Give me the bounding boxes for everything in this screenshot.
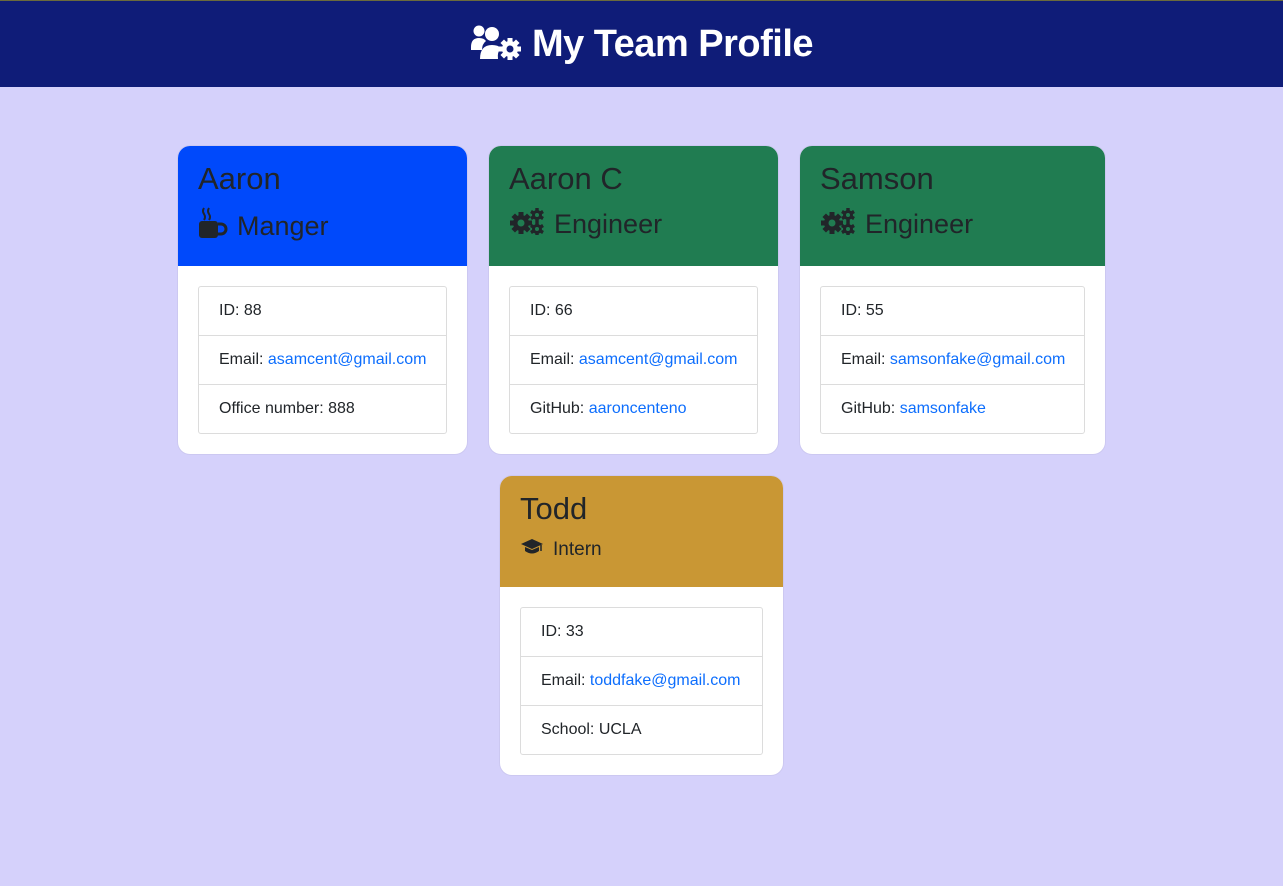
info-list: ID: 66 Email: asamcent@gmail.com GitHub:… <box>509 286 758 434</box>
page-title: My Team Profile <box>531 22 814 65</box>
card-header: Aaron Manger <box>178 146 467 266</box>
employee-name: Aaron C <box>509 161 623 196</box>
mug-hot-icon <box>198 207 228 246</box>
email-link[interactable]: asamcent@gmail.com <box>579 351 738 368</box>
id-row: ID: 33 <box>521 608 762 656</box>
email-label: Email: <box>841 351 890 368</box>
email-link[interactable]: samsonfake@gmail.com <box>890 351 1065 368</box>
email-label: Email: <box>530 351 579 368</box>
employee-role-label: Engineer <box>865 209 974 239</box>
email-label: Email: <box>541 672 590 689</box>
employee-role: Manger <box>198 207 447 246</box>
github-row: GitHub: aaroncenteno <box>510 384 757 433</box>
card-body: ID: 88 Email: asamcent@gmail.com Office … <box>178 266 467 454</box>
card-header: Samson Engineer <box>800 146 1105 266</box>
card-body: ID: 66 Email: asamcent@gmail.com GitHub:… <box>489 266 778 454</box>
office-number-row: Office number: 888 <box>199 384 446 433</box>
employee-role-label: Engineer <box>554 209 663 239</box>
github-row: GitHub: samsonfake <box>821 384 1084 433</box>
email-row: Email: samsonfake@gmail.com <box>821 335 1084 384</box>
employee-role: Intern <box>520 538 763 562</box>
employee-name: Todd <box>520 491 588 526</box>
info-list: ID: 55 Email: samsonfake@gmail.com GitHu… <box>820 286 1085 434</box>
id-value: 88 <box>243 302 262 319</box>
users-gear-icon <box>470 23 522 66</box>
email-link[interactable]: toddfake@gmail.com <box>590 672 741 689</box>
id-label: ID: <box>841 302 866 319</box>
school-label: School: <box>541 721 599 738</box>
employee-name: Aaron <box>198 161 281 196</box>
id-label: ID: <box>541 623 566 640</box>
employee-card-engineer: Samson Engineer ID: 55 Email: samsonfake… <box>800 146 1105 454</box>
github-link[interactable]: samsonfake <box>900 400 986 417</box>
card-body: ID: 33 Email: toddfake@gmail.com School:… <box>500 587 783 775</box>
navbar: My Team Profile <box>0 0 1283 87</box>
email-row: Email: toddfake@gmail.com <box>521 656 762 705</box>
email-label: Email: <box>219 351 268 368</box>
employee-name: Samson <box>820 161 934 196</box>
id-row: ID: 66 <box>510 287 757 335</box>
school-row: School: UCLA <box>521 705 762 754</box>
card-body: ID: 55 Email: samsonfake@gmail.com GitHu… <box>800 266 1105 454</box>
office-number-label: Office number: <box>219 400 329 417</box>
id-value: 55 <box>865 302 884 319</box>
info-list: ID: 88 Email: asamcent@gmail.com Office … <box>198 286 447 434</box>
id-label: ID: <box>530 302 555 319</box>
github-label: GitHub: <box>841 400 900 417</box>
employee-card-engineer: Aaron C Engineer ID: 66 Email: asamcent@… <box>489 146 778 454</box>
office-number-value: 888 <box>328 400 355 417</box>
id-row: ID: 88 <box>199 287 446 335</box>
email-row: Email: asamcent@gmail.com <box>199 335 446 384</box>
cogs-icon <box>820 207 856 242</box>
info-list: ID: 33 Email: toddfake@gmail.com School:… <box>520 607 763 755</box>
employee-role: Engineer <box>820 207 1085 242</box>
card-header: Aaron C Engineer <box>489 146 778 266</box>
brand: My Team Profile <box>470 22 814 66</box>
graduation-cap-icon <box>520 538 544 562</box>
email-row: Email: asamcent@gmail.com <box>510 335 757 384</box>
employee-card-manager: Aaron Manger ID: 88 Email: asamcent@gmai… <box>178 146 467 454</box>
cogs-icon <box>509 207 545 242</box>
employee-role: Engineer <box>509 207 758 242</box>
id-value: 66 <box>554 302 573 319</box>
card-header: Todd Intern <box>500 476 783 587</box>
school-value: UCLA <box>598 721 642 738</box>
id-value: 33 <box>565 623 584 640</box>
employee-card-intern: Todd Intern ID: 33 Email: toddfake@gmail… <box>500 476 783 775</box>
github-link[interactable]: aaroncenteno <box>589 400 687 417</box>
employee-role-label: Manger <box>237 211 329 241</box>
email-link[interactable]: asamcent@gmail.com <box>268 351 427 368</box>
id-label: ID: <box>219 302 244 319</box>
id-row: ID: 55 <box>821 287 1084 335</box>
github-label: GitHub: <box>530 400 589 417</box>
employee-role-label: Intern <box>553 539 602 560</box>
